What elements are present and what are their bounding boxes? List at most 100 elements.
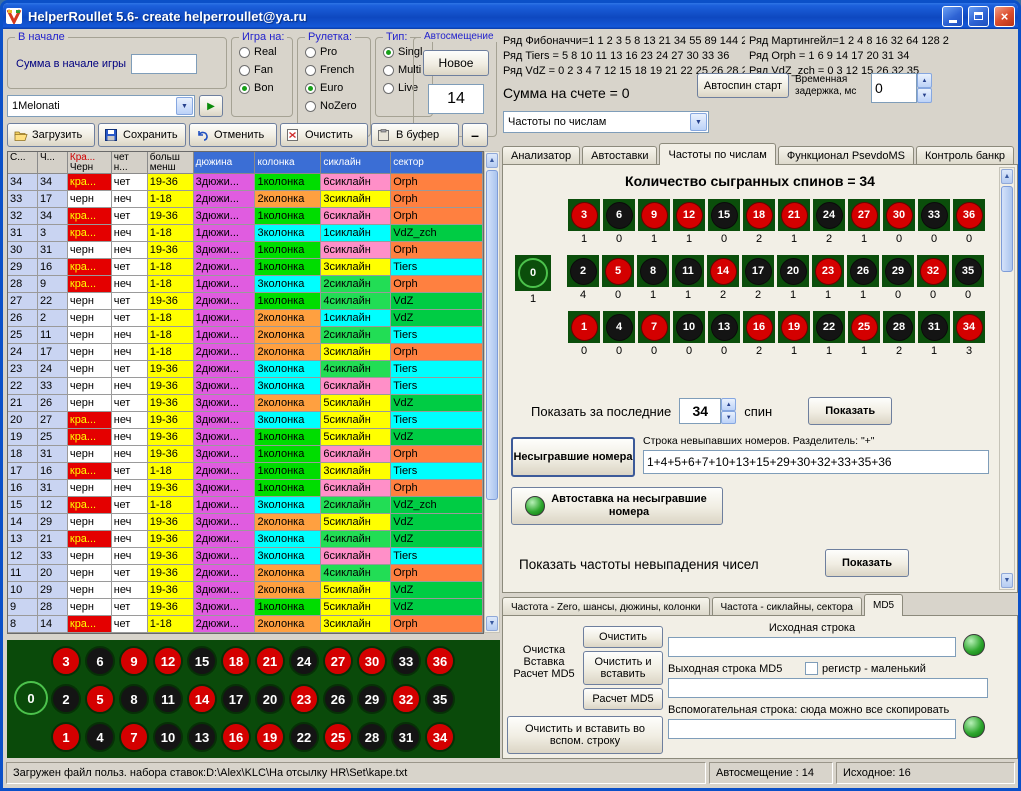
tab-autobets[interactable]: Автоставки xyxy=(582,146,657,165)
freq-number-20[interactable]: 201 xyxy=(776,255,810,307)
close-button[interactable]: × xyxy=(994,6,1015,27)
freq-number-27[interactable]: 271 xyxy=(847,199,881,247)
board-number-11[interactable]: 11 xyxy=(153,684,183,714)
scroll-up-icon[interactable]: ▲ xyxy=(1001,169,1013,184)
freq-number-18[interactable]: 182 xyxy=(742,199,776,247)
spin-row[interactable]: 1512кра...чет1-181дюжи...3колонка2сиклай… xyxy=(8,497,483,514)
tab-bankroll-control[interactable]: Контроль банкр xyxy=(916,146,1014,165)
freq-number-34[interactable]: 343 xyxy=(952,311,986,359)
title-bar[interactable]: HelperRoullet 5.6- create helperroullet@… xyxy=(0,0,1021,29)
spin-row[interactable]: 3317черннеч1-182дюжи...2колонка3сиклайнO… xyxy=(8,191,483,208)
radio-nozero[interactable]: NoZero xyxy=(305,100,370,112)
md5-source-go-button[interactable] xyxy=(963,634,985,656)
save-button[interactable]: Сохранить xyxy=(98,123,186,147)
board-number-15[interactable]: 15 xyxy=(187,646,217,676)
freq-number-24[interactable]: 242 xyxy=(812,199,846,247)
spin-row[interactable]: 2417черннеч1-182дюжи...2колонка3сиклайнO… xyxy=(8,344,483,361)
spin-row[interactable]: 313кра...неч1-181дюжи...3колонка1сиклайн… xyxy=(8,225,483,242)
board-number-13[interactable]: 13 xyxy=(187,722,217,752)
chevron-down-icon[interactable]: ▼ xyxy=(690,113,707,131)
tab-freq-sixlines-sectors[interactable]: Частота - сиклайны, сектора xyxy=(712,597,862,616)
scroll-up-icon[interactable]: ▲ xyxy=(486,153,498,168)
board-number-30[interactable]: 30 xyxy=(357,646,387,676)
radio-bon[interactable]: Bon xyxy=(239,82,292,94)
board-number-27[interactable]: 27 xyxy=(323,646,353,676)
freq-number-5[interactable]: 50 xyxy=(601,255,635,307)
spinner-up-icon[interactable]: ▲ xyxy=(917,73,932,88)
freq-number-28[interactable]: 282 xyxy=(882,311,916,359)
new-button[interactable]: Новое xyxy=(423,50,489,76)
board-number-10[interactable]: 10 xyxy=(153,722,183,752)
chevron-down-icon[interactable]: ▼ xyxy=(176,97,193,115)
spin-row[interactable]: 3031черннеч19-363дюжи...1колонка6сиклайн… xyxy=(8,242,483,259)
radio-real[interactable]: Real xyxy=(239,46,292,58)
show-frequencies-button[interactable]: Показать xyxy=(825,549,909,577)
spin-row[interactable]: 1716кра...чет1-182дюжи...1колонка3сиклай… xyxy=(8,463,483,480)
freq-number-13[interactable]: 130 xyxy=(707,311,741,359)
minimize-button[interactable] xyxy=(942,6,963,27)
board-number-26[interactable]: 26 xyxy=(323,684,353,714)
spin-row[interactable]: 1029черннеч19-363дюжи...2колонка5сиклайн… xyxy=(8,582,483,599)
spin-row[interactable]: 928чернчет19-363дюжи...1колонка5сиклайнV… xyxy=(8,599,483,616)
minus-button[interactable]: – xyxy=(462,123,488,147)
panel-scrollbar-thumb[interactable] xyxy=(1001,186,1013,272)
board-number-12[interactable]: 12 xyxy=(153,646,183,676)
freq-number-36[interactable]: 360 xyxy=(952,199,986,247)
board-number-19[interactable]: 19 xyxy=(255,722,285,752)
board-number-3[interactable]: 3 xyxy=(51,646,81,676)
play-button[interactable]: ▶ xyxy=(199,95,223,117)
spinner-down-icon[interactable]: ▼ xyxy=(917,88,932,103)
board-number-24[interactable]: 24 xyxy=(289,646,319,676)
board-number-7[interactable]: 7 xyxy=(119,722,149,752)
spin-row[interactable]: 262чернчет1-181дюжи...2колонка1сиклайнVd… xyxy=(8,310,483,327)
spinner-down-icon[interactable]: ▼ xyxy=(721,411,736,424)
spin-row[interactable]: 2233черннеч19-363дюжи...3колонка6сиклайн… xyxy=(8,378,483,395)
board-number-22[interactable]: 22 xyxy=(289,722,319,752)
radio-fan[interactable]: Fan xyxy=(239,64,292,76)
freq-number-16[interactable]: 162 xyxy=(742,311,776,359)
freq-number-30[interactable]: 300 xyxy=(882,199,916,247)
board-number-1[interactable]: 1 xyxy=(51,722,81,752)
freq-number-17[interactable]: 172 xyxy=(741,255,775,307)
radio-french[interactable]: French xyxy=(305,64,370,76)
clear-table-button[interactable]: Очистить xyxy=(280,123,368,147)
spin-row[interactable]: 1631черннеч19-363дюжи...1колонка6сиклайн… xyxy=(8,480,483,497)
undo-button[interactable]: Отменить xyxy=(189,123,277,147)
spin-row[interactable]: 3434кра...чет19-363дюжи...1колонка6сикла… xyxy=(8,174,483,191)
show-last-input[interactable] xyxy=(679,398,721,424)
autobet-missing-button[interactable]: Автоставка на несыгравшие номера xyxy=(511,487,723,525)
freq-number-35[interactable]: 350 xyxy=(951,255,985,307)
board-number-18[interactable]: 18 xyxy=(221,646,251,676)
freq-number-15[interactable]: 150 xyxy=(707,199,741,247)
md5-clear-paste-button[interactable]: Очистить и вставить xyxy=(583,651,663,685)
md5-helper-go-button[interactable] xyxy=(963,716,985,738)
freq-number-0[interactable]: 01 xyxy=(511,255,555,307)
board-number-16[interactable]: 16 xyxy=(221,722,251,752)
tab-functional-psevdoms[interactable]: Функционал PsevdoMS xyxy=(778,146,914,165)
spin-row[interactable]: 1321кра...неч19-362дюжи...3колонка4сикла… xyxy=(8,531,483,548)
freq-number-14[interactable]: 142 xyxy=(706,255,740,307)
md5-helper-input[interactable] xyxy=(668,719,956,739)
spin-row[interactable]: 1429черннеч19-363дюжи...2колонка5сиклайн… xyxy=(8,514,483,531)
spin-row[interactable]: 2324чернчет19-362дюжи...3колонка4сиклайн… xyxy=(8,361,483,378)
tab-md5[interactable]: MD5 xyxy=(864,594,903,616)
missing-string-input[interactable] xyxy=(643,450,989,474)
spinner-up-icon[interactable]: ▲ xyxy=(721,398,736,411)
missing-numbers-button[interactable]: Несыгравшие номера xyxy=(511,437,635,477)
scroll-down-icon[interactable]: ▼ xyxy=(1001,573,1013,588)
spin-row[interactable]: 1120чернчет19-362дюжи...2колонка4сиклайн… xyxy=(8,565,483,582)
board-number-2[interactable]: 2 xyxy=(51,684,81,714)
scroll-down-icon[interactable]: ▼ xyxy=(486,616,498,631)
spin-row[interactable]: 3234кра...чет19-363дюжи...1колонка6сикла… xyxy=(8,208,483,225)
freq-number-8[interactable]: 81 xyxy=(636,255,670,307)
freq-number-33[interactable]: 330 xyxy=(917,199,951,247)
md5-clear-helper-button[interactable]: Очистить и вставить во вспом. строку xyxy=(507,716,663,754)
freq-number-6[interactable]: 60 xyxy=(602,199,636,247)
spin-row[interactable]: 1233черннеч19-363дюжи...3колонка6сиклайн… xyxy=(8,548,483,565)
radio-euro[interactable]: Euro xyxy=(305,82,370,94)
spin-row[interactable]: 1831черннеч19-363дюжи...1колонка6сиклайн… xyxy=(8,446,483,463)
spin-row[interactable]: 2126чернчет19-363дюжи...2колонка5сиклайн… xyxy=(8,395,483,412)
maximize-button[interactable] xyxy=(968,6,989,27)
board-number-31[interactable]: 31 xyxy=(391,722,421,752)
to-buffer-button[interactable]: В буфер xyxy=(371,123,459,147)
